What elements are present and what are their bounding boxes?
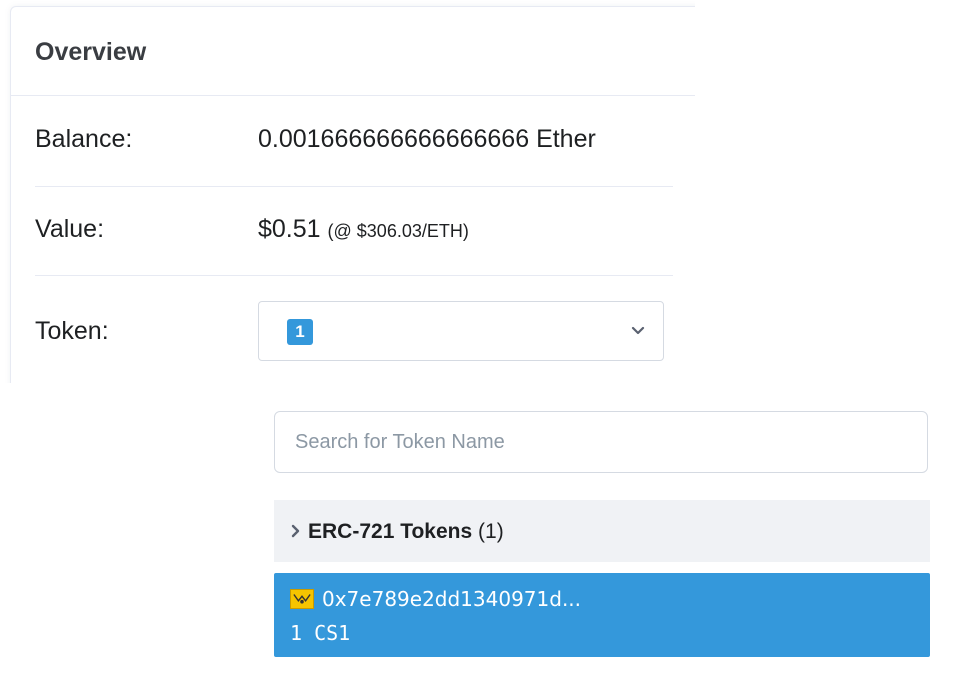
token-search-input[interactable] [274,411,928,473]
token-group-count: (1) [478,520,504,543]
token-label: Token: [35,317,109,345]
chevron-down-icon [631,326,645,335]
value-label: Value: [35,215,105,243]
chevron-right-icon [291,524,300,538]
token-count-badge: 1 [287,319,313,345]
balance-value: 0.001666666666666666 Ether [258,125,596,153]
value-amount: $0.51 [258,215,321,243]
value-amount-wrap: $0.51 (@ $306.03/ETH) [258,215,469,244]
row-divider [35,186,673,187]
token-logo-graphic [293,594,311,604]
token-group-erc721[interactable]: ERC-721 Tokens (1) [274,500,930,562]
background-area [695,0,956,385]
token-logo-icon [290,589,314,609]
overview-card: Overview Balance: 0.001666666666666666 E… [10,6,712,408]
token-address: 0x7e789e2dd1340971d... [322,587,582,611]
card-header: Overview [11,7,711,96]
token-group-title-wrap: ERC-721 Tokens (1) [308,520,504,544]
token-amount: 1 CS1 [290,621,351,645]
card-title: Overview [35,38,147,66]
row-divider [35,275,673,276]
token-dropdown-toggle[interactable]: 1 [258,301,664,361]
token-group-title: ERC-721 Tokens [308,520,473,543]
eth-rate: (@ $306.03/ETH) [327,221,469,241]
page: Overview Balance: 0.001666666666666666 E… [0,0,956,679]
token-list-item[interactable]: 0x7e789e2dd1340971d... 1 CS1 [274,573,930,657]
balance-label: Balance: [35,125,133,153]
